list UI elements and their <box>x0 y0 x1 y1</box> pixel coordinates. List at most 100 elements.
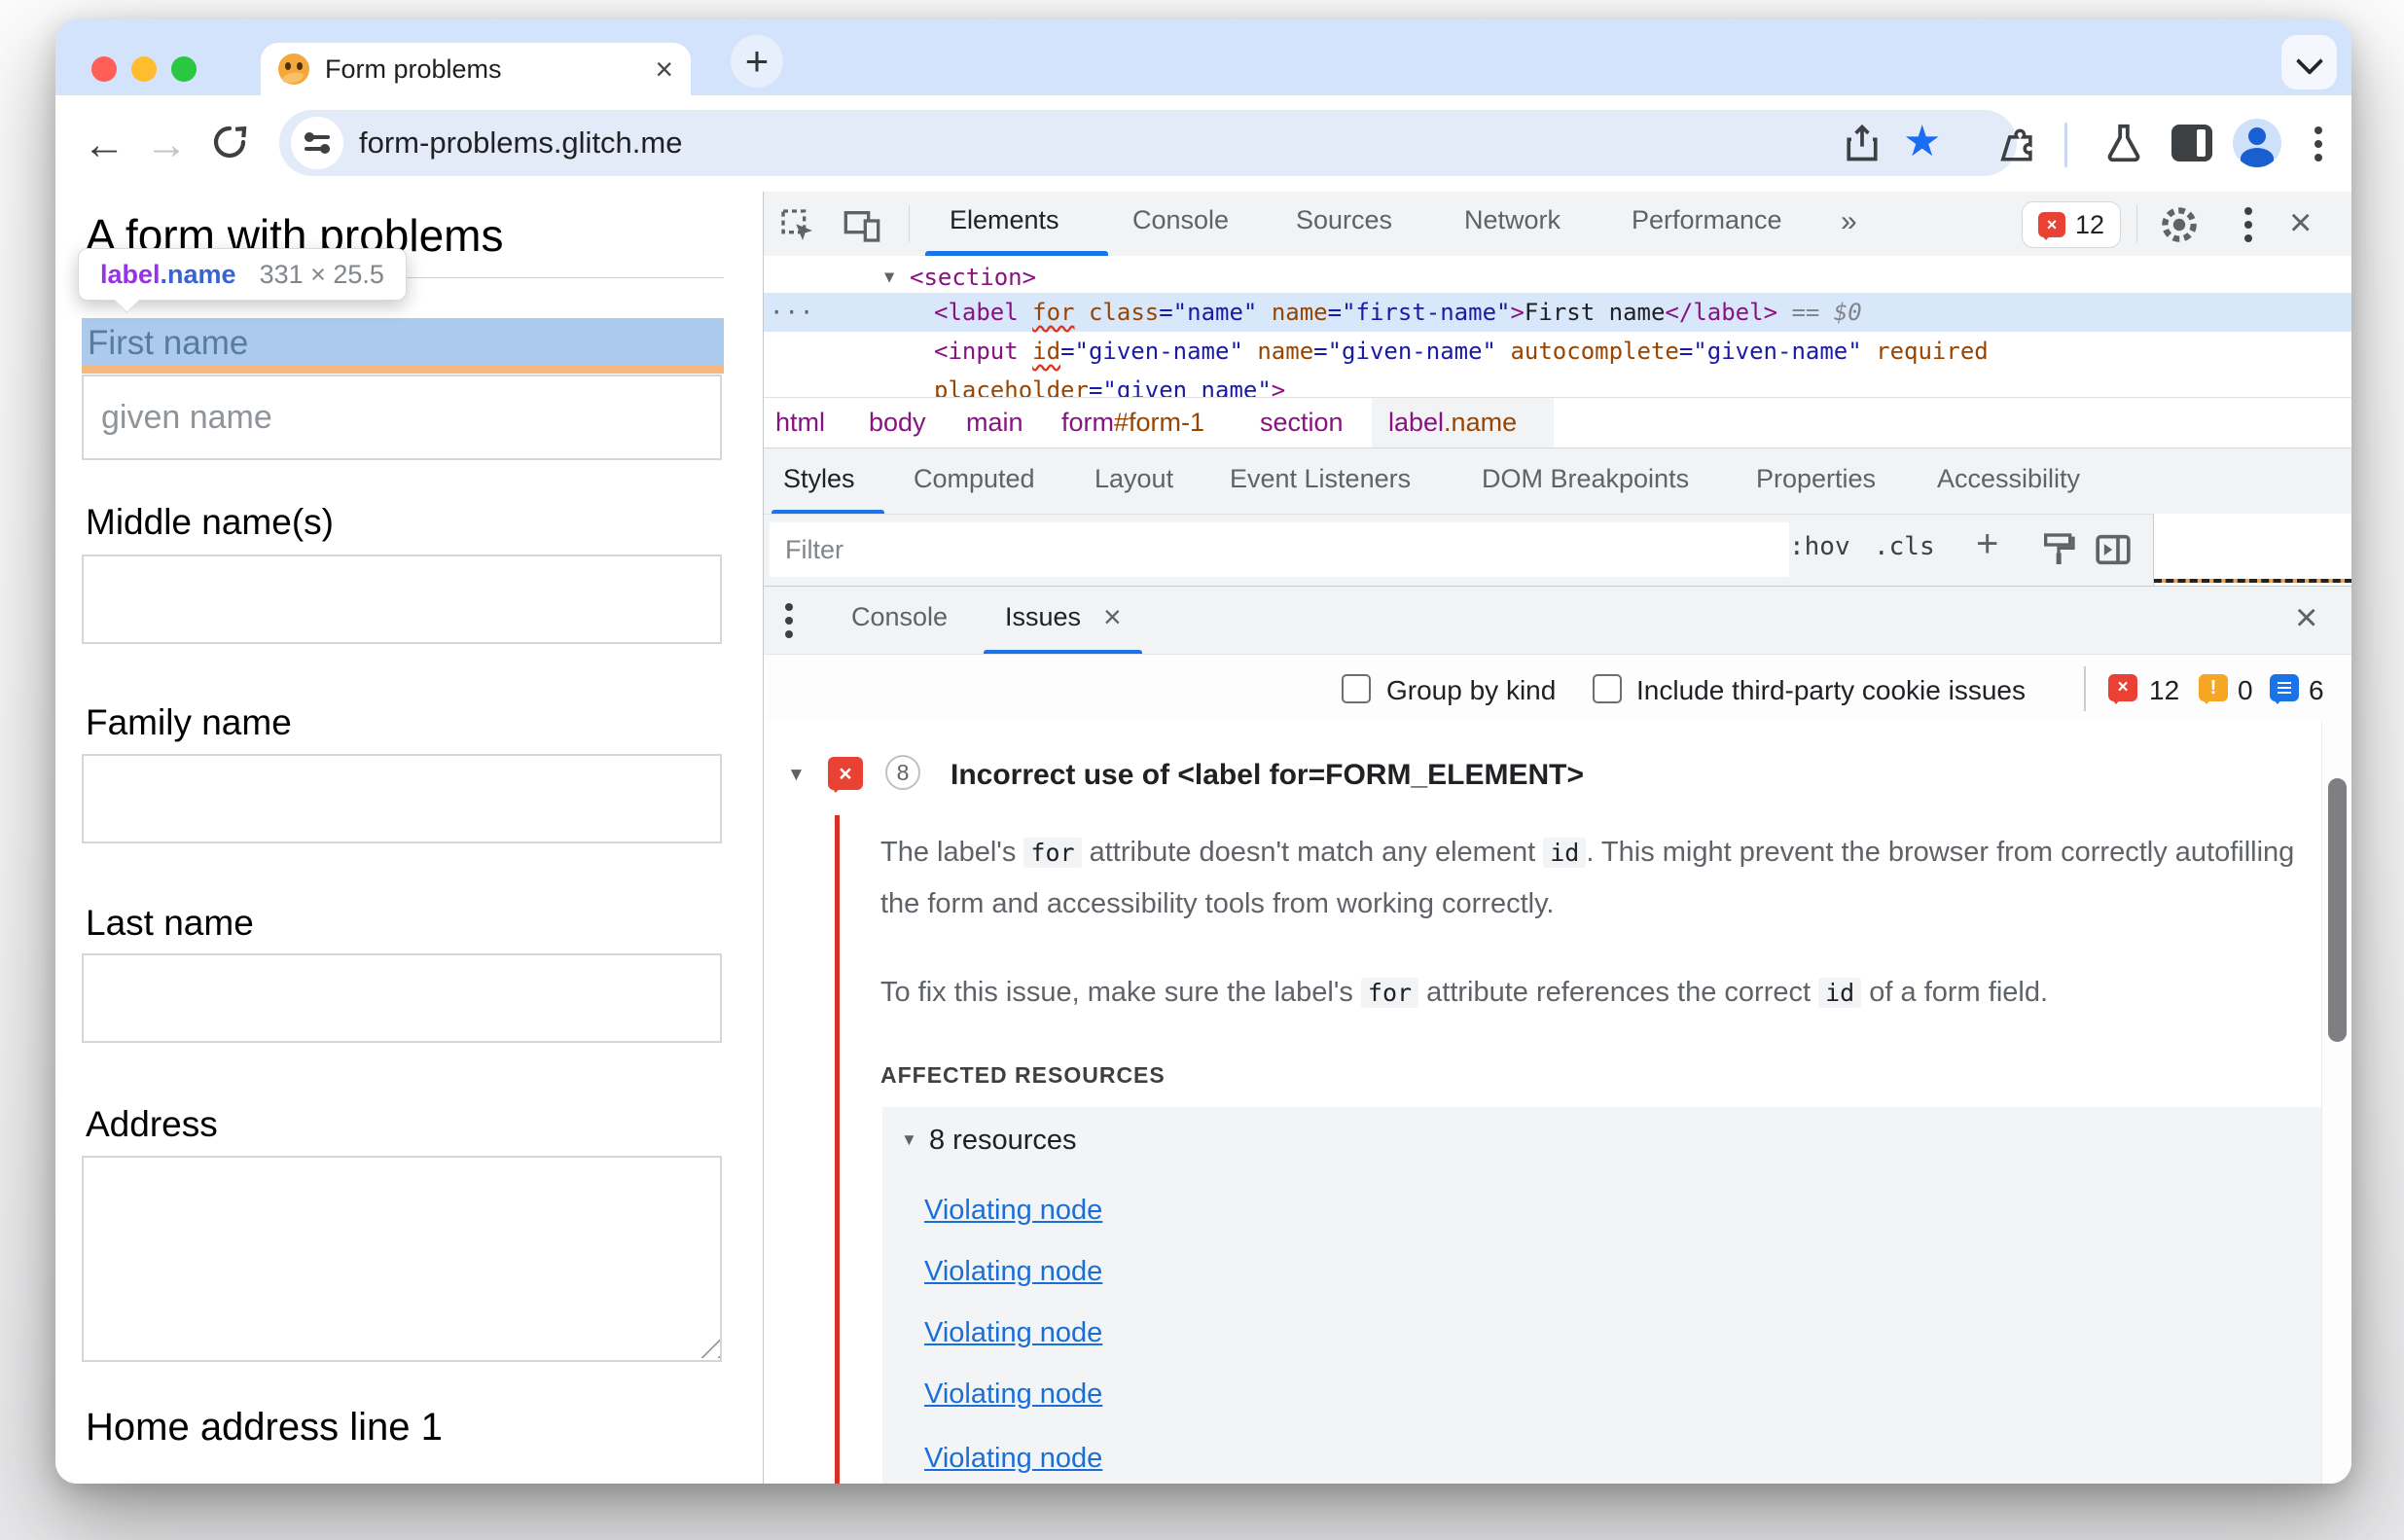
devtools-tabbar: Elements Console Sources Network Perform… <box>764 192 2351 257</box>
devtools-panel: Elements Console Sources Network Perform… <box>763 192 2351 1484</box>
tab-layout[interactable]: Layout <box>1094 464 1173 494</box>
code-line-section[interactable]: ▼ <section> <box>764 258 2351 297</box>
third-party-checkbox[interactable] <box>1593 674 1622 703</box>
inline-code-id: id <box>1543 838 1587 868</box>
tab-computed[interactable]: Computed <box>914 464 1035 494</box>
tab-properties[interactable]: Properties <box>1756 464 1876 494</box>
inspect-highlight-overlay <box>82 318 724 366</box>
expand-triangle-icon[interactable]: ▼ <box>884 258 894 297</box>
crumb-section[interactable]: section <box>1260 408 1344 438</box>
drawer-tab-console[interactable]: Console <box>851 602 948 632</box>
tab-performance[interactable]: Performance <box>1632 205 1782 235</box>
resources-expand-triangle-icon[interactable]: ▼ <box>901 1130 917 1150</box>
tab-sources[interactable]: Sources <box>1296 205 1392 235</box>
more-tabs-icon[interactable]: » <box>1841 205 1857 238</box>
experiments-flask-icon[interactable] <box>2101 121 2146 165</box>
paint-format-icon[interactable] <box>2039 530 2078 574</box>
violating-node-link[interactable]: Violating node <box>924 1443 1102 1475</box>
address-bar[interactable]: form-problems.glitch.me <box>279 110 2017 176</box>
inspect-margin-overlay <box>82 366 724 374</box>
address-textarea[interactable] <box>82 1156 722 1362</box>
warnings-count: 0 <box>2238 675 2253 705</box>
traffic-light-zoom[interactable] <box>171 56 197 82</box>
last-name-label: Last name <box>86 903 254 943</box>
code-line-label-selected[interactable]: ··· <label for class="name" name="first-… <box>764 293 2351 332</box>
crumb-main[interactable]: main <box>966 408 1023 438</box>
drawer-tab-issues[interactable]: Issues <box>1005 602 1081 632</box>
tab-close-icon[interactable]: × <box>655 54 673 85</box>
tab-event-listeners[interactable]: Event Listeners <box>1230 464 1411 494</box>
toolbar-divider <box>2084 666 2086 711</box>
issue-expand-triangle-icon[interactable]: ▼ <box>787 765 806 786</box>
back-button[interactable]: ← <box>83 121 126 169</box>
tab-title: Form problems <box>325 54 502 84</box>
issue-title[interactable]: Incorrect use of <label for=FORM_ELEMENT… <box>951 759 1584 792</box>
family-name-input[interactable] <box>82 754 722 843</box>
crumb-html[interactable]: html <box>775 408 825 438</box>
tab-strip: Form problems × + <box>55 19 2351 95</box>
error-count: 12 <box>2074 209 2105 239</box>
toggle-class-button[interactable]: .cls <box>1874 532 1935 561</box>
issues-count-button[interactable]: × 12 <box>2022 201 2121 248</box>
tab-styles[interactable]: Styles <box>783 464 855 494</box>
tab-network[interactable]: Network <box>1464 205 1561 235</box>
group-by-kind-label[interactable]: Group by kind <box>1386 675 1556 706</box>
toggle-hover-button[interactable]: :hov <box>1789 532 1850 561</box>
given-name-input[interactable] <box>82 375 722 460</box>
drawer-close-icon[interactable]: × <box>2295 596 2317 640</box>
extensions-puzzle-icon[interactable] <box>1999 122 2044 166</box>
browser-tab[interactable]: Form problems × <box>261 43 691 95</box>
issues-content: ▼ × 8 Incorrect use of <label for=FORM_E… <box>764 722 2351 1484</box>
forward-button[interactable]: → <box>145 121 188 169</box>
home-address-label: Home address line 1 <box>86 1406 443 1449</box>
site-settings-icon[interactable] <box>301 126 334 160</box>
new-tab-button[interactable]: + <box>731 35 783 88</box>
styles-filter-input[interactable] <box>770 522 1789 577</box>
devtools-settings-gear-icon[interactable] <box>2158 203 2201 251</box>
traffic-light-close[interactable] <box>91 56 117 82</box>
gutter-dots-icon[interactable]: ··· <box>770 293 814 332</box>
tab-console[interactable]: Console <box>1132 205 1229 235</box>
issues-scrollbar[interactable] <box>2321 722 2351 1484</box>
inspect-element-icon[interactable] <box>778 206 817 250</box>
new-style-rule-button[interactable]: + <box>1976 522 1998 566</box>
crumb-label-name[interactable]: label.name <box>1388 408 1517 438</box>
tab-search-button[interactable] <box>2281 35 2337 90</box>
tab-dom-breakpoints[interactable]: DOM Breakpoints <box>1482 464 1689 494</box>
violating-node-link[interactable]: Violating node <box>924 1317 1102 1349</box>
profile-avatar[interactable] <box>2233 119 2281 167</box>
middle-name-input[interactable] <box>82 555 722 644</box>
last-name-input[interactable] <box>82 953 722 1043</box>
bookmark-star-icon[interactable]: ★ <box>1903 117 1941 166</box>
toggle-sidebar-icon[interactable] <box>2093 530 2134 574</box>
drawer-menu-icon[interactable] <box>785 601 793 640</box>
group-by-kind-checkbox[interactable] <box>1342 674 1371 703</box>
issue-count-chip: 8 <box>885 755 920 790</box>
code-line-placeholder[interactable]: placeholder="given name"> <box>764 371 2351 397</box>
issues-tab-close-icon[interactable]: × <box>1103 599 1122 635</box>
address-label: Address <box>86 1104 218 1144</box>
scrollbar-thumb[interactable] <box>2328 778 2347 1042</box>
violating-node-link[interactable]: Violating node <box>924 1256 1102 1288</box>
third-party-label[interactable]: Include third-party cookie issues <box>1636 675 2026 706</box>
devtools-menu-icon[interactable] <box>2244 205 2252 244</box>
traffic-light-minimize[interactable] <box>131 56 157 82</box>
violating-node-link[interactable]: Violating node <box>924 1195 1102 1227</box>
violating-node-link[interactable]: Violating node <box>924 1379 1102 1411</box>
device-toolbar-icon[interactable] <box>842 206 882 250</box>
url-text[interactable]: form-problems.glitch.me <box>359 125 2017 161</box>
inline-code-id2: id <box>1818 978 1862 1008</box>
screenshot-stage: Form problems × + ← → form-problems.glit… <box>0 0 2404 1540</box>
share-icon[interactable] <box>1841 121 1884 165</box>
resources-count-label[interactable]: 8 resources <box>929 1125 1077 1157</box>
tab-elements[interactable]: Elements <box>950 205 1059 235</box>
tab-accessibility[interactable]: Accessibility <box>1937 464 2080 494</box>
crumb-body[interactable]: body <box>869 408 926 438</box>
tab-favicon-emoji-icon <box>278 54 309 85</box>
side-panel-icon[interactable] <box>2171 125 2212 161</box>
reload-button[interactable] <box>209 122 250 162</box>
devtools-close-icon[interactable]: × <box>2289 201 2312 245</box>
crumb-form[interactable]: form#form-1 <box>1061 408 1204 438</box>
code-line-input[interactable]: <input id="given-name" name="given-name"… <box>764 332 2351 371</box>
dom-breadcrumb: html body main form#form-1 section label… <box>764 397 2351 448</box>
